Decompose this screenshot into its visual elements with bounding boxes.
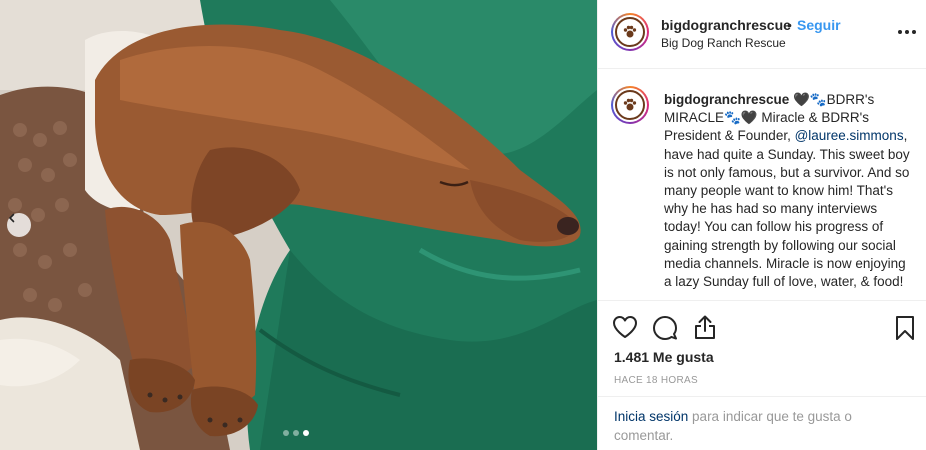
caption-part-2: , have had quite a Sunday. This sweet bo…	[664, 128, 910, 290]
post-photo[interactable]	[0, 0, 597, 450]
login-link[interactable]: Inicia sesión	[614, 409, 688, 424]
post-header: bigdogranchrescue • Seguir Big Dog Ranch…	[598, 0, 926, 69]
avatar[interactable]	[611, 13, 649, 51]
dog-photo-illustration	[0, 0, 597, 450]
comment-button[interactable]	[652, 315, 678, 346]
header-username[interactable]: bigdogranchrescue	[661, 17, 791, 33]
paw-logo-icon	[615, 90, 645, 120]
more-options-button[interactable]	[898, 24, 918, 40]
dot-icon	[905, 30, 909, 34]
carousel-dot	[283, 430, 289, 436]
carousel-indicator	[283, 430, 309, 436]
carousel-prev-button[interactable]	[7, 213, 31, 237]
post-sidebar: bigdogranchrescue • Seguir Big Dog Ranch…	[597, 0, 926, 450]
post-timestamp[interactable]: HACE 18 HORAS	[614, 375, 698, 386]
login-prompt: Inicia sesión para indicar que te gusta …	[598, 396, 926, 450]
caption-mention-link[interactable]: @lauree.simmons	[795, 128, 904, 143]
chevron-left-icon	[8, 213, 15, 223]
login-text: Inicia sesión para indicar que te gusta …	[614, 408, 914, 445]
caption-text: bigdogranchrescue 🖤🐾BDRR's MIRACLE🐾🖤 Mir…	[664, 91, 914, 291]
dot-icon	[898, 30, 902, 34]
save-button[interactable]	[895, 315, 915, 346]
follow-button[interactable]: Seguir	[797, 17, 841, 33]
post-actions: 1.481 Me gusta HACE 18 HORAS	[598, 300, 926, 400]
comment-icon	[653, 316, 677, 340]
location-link[interactable]: Big Dog Ranch Rescue	[661, 36, 786, 50]
dot-icon	[912, 30, 916, 34]
header-bullet: •	[787, 17, 792, 33]
comments-area[interactable]: bigdogranchrescue 🖤🐾BDRR's MIRACLE🐾🖤 Mir…	[598, 70, 926, 300]
like-button[interactable]	[612, 315, 638, 344]
share-icon	[695, 315, 715, 339]
caption-username[interactable]: bigdogranchrescue	[664, 92, 789, 107]
carousel-dot-active	[303, 430, 309, 436]
likes-count[interactable]: 1.481 Me gusta	[614, 349, 714, 365]
heart-icon	[613, 316, 637, 338]
share-button[interactable]	[693, 314, 717, 345]
carousel-dot	[293, 430, 299, 436]
paw-logo-icon	[615, 17, 645, 47]
bookmark-icon	[896, 316, 914, 340]
caption-avatar[interactable]	[611, 86, 649, 124]
